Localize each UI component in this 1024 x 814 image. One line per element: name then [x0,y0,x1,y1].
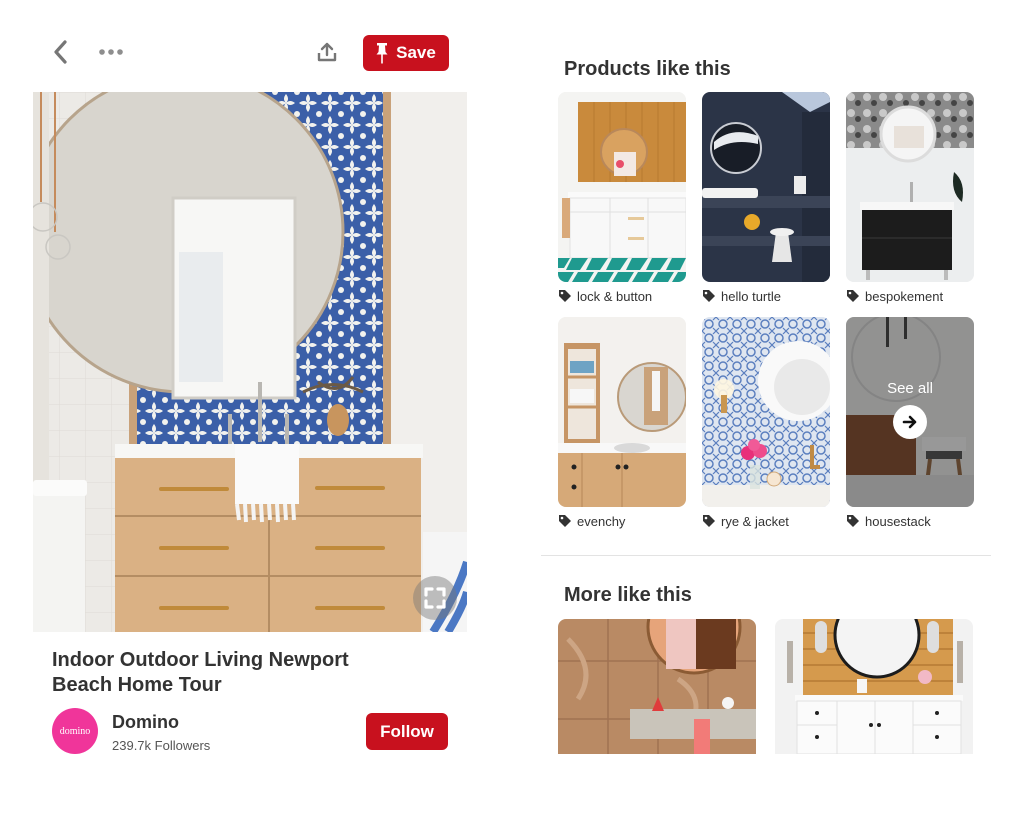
more-like-this-card[interactable] [775,619,973,754]
share-upload-icon [317,42,337,62]
pin-toolbar: Save [33,30,467,74]
more-options-button[interactable] [95,38,127,66]
product-thumbnail [702,92,830,282]
product-label: lock & button [577,288,653,304]
expand-image-button[interactable] [413,576,457,620]
tag-icon [847,290,859,302]
ellipsis-icon [99,49,123,55]
pin-image[interactable] [33,92,467,632]
product-label: housestack [865,513,931,529]
tag-icon [559,515,571,527]
product-thumbnail [702,317,830,507]
product-thumbnail: See all [846,317,974,507]
follow-button[interactable]: Follow [366,713,448,750]
tag-icon [847,515,859,527]
more-like-this-thumbnail [558,619,756,754]
product-label: hello turtle [721,288,781,304]
see-all-products-card[interactable]: See all housestack [846,317,974,529]
tag-icon [559,290,571,302]
more-section-title: More like this [564,584,692,606]
see-all-arrow-button[interactable] [893,404,927,439]
product-thumbnail [846,92,974,282]
save-button[interactable]: Save [363,35,449,71]
see-all-overlay[interactable]: See all [846,317,974,507]
products-section-title: Products like this [564,58,731,80]
see-all-label: See all [887,379,933,397]
more-like-this-card[interactable] [558,619,756,754]
creator-row: domino Domino 239.7k Followers Follow [52,708,448,756]
arrow-right-icon [902,415,917,428]
more-like-this-thumbnail [775,619,973,754]
creator-name[interactable]: Domino [112,712,179,733]
save-label: Save [396,43,436,62]
tag-icon [703,515,715,527]
expand-fullscreen-icon [424,587,446,609]
product-card[interactable]: lock & button [558,92,686,304]
product-card[interactable]: hello turtle [702,92,830,304]
bathroom-photo [33,92,467,632]
pushpin-icon [376,43,388,64]
product-label: evenchy [577,513,626,529]
product-card[interactable]: rye & jacket [702,317,830,529]
product-thumbnail [558,317,686,507]
tag-icon [703,290,715,302]
share-button[interactable] [313,38,341,66]
product-card[interactable]: evenchy [558,317,686,529]
section-divider [541,555,991,556]
back-button[interactable] [49,38,73,66]
product-thumbnail [558,92,686,282]
product-label: rye & jacket [721,513,789,529]
chevron-left-icon [54,40,67,64]
product-card[interactable]: bespokement [846,92,974,304]
creator-followers: 239.7k Followers [112,738,211,753]
pin-title: Indoor Outdoor Living Newport Beach Home… [52,649,349,696]
creator-avatar[interactable]: domino [52,708,98,754]
product-label: bespokement [865,288,944,304]
